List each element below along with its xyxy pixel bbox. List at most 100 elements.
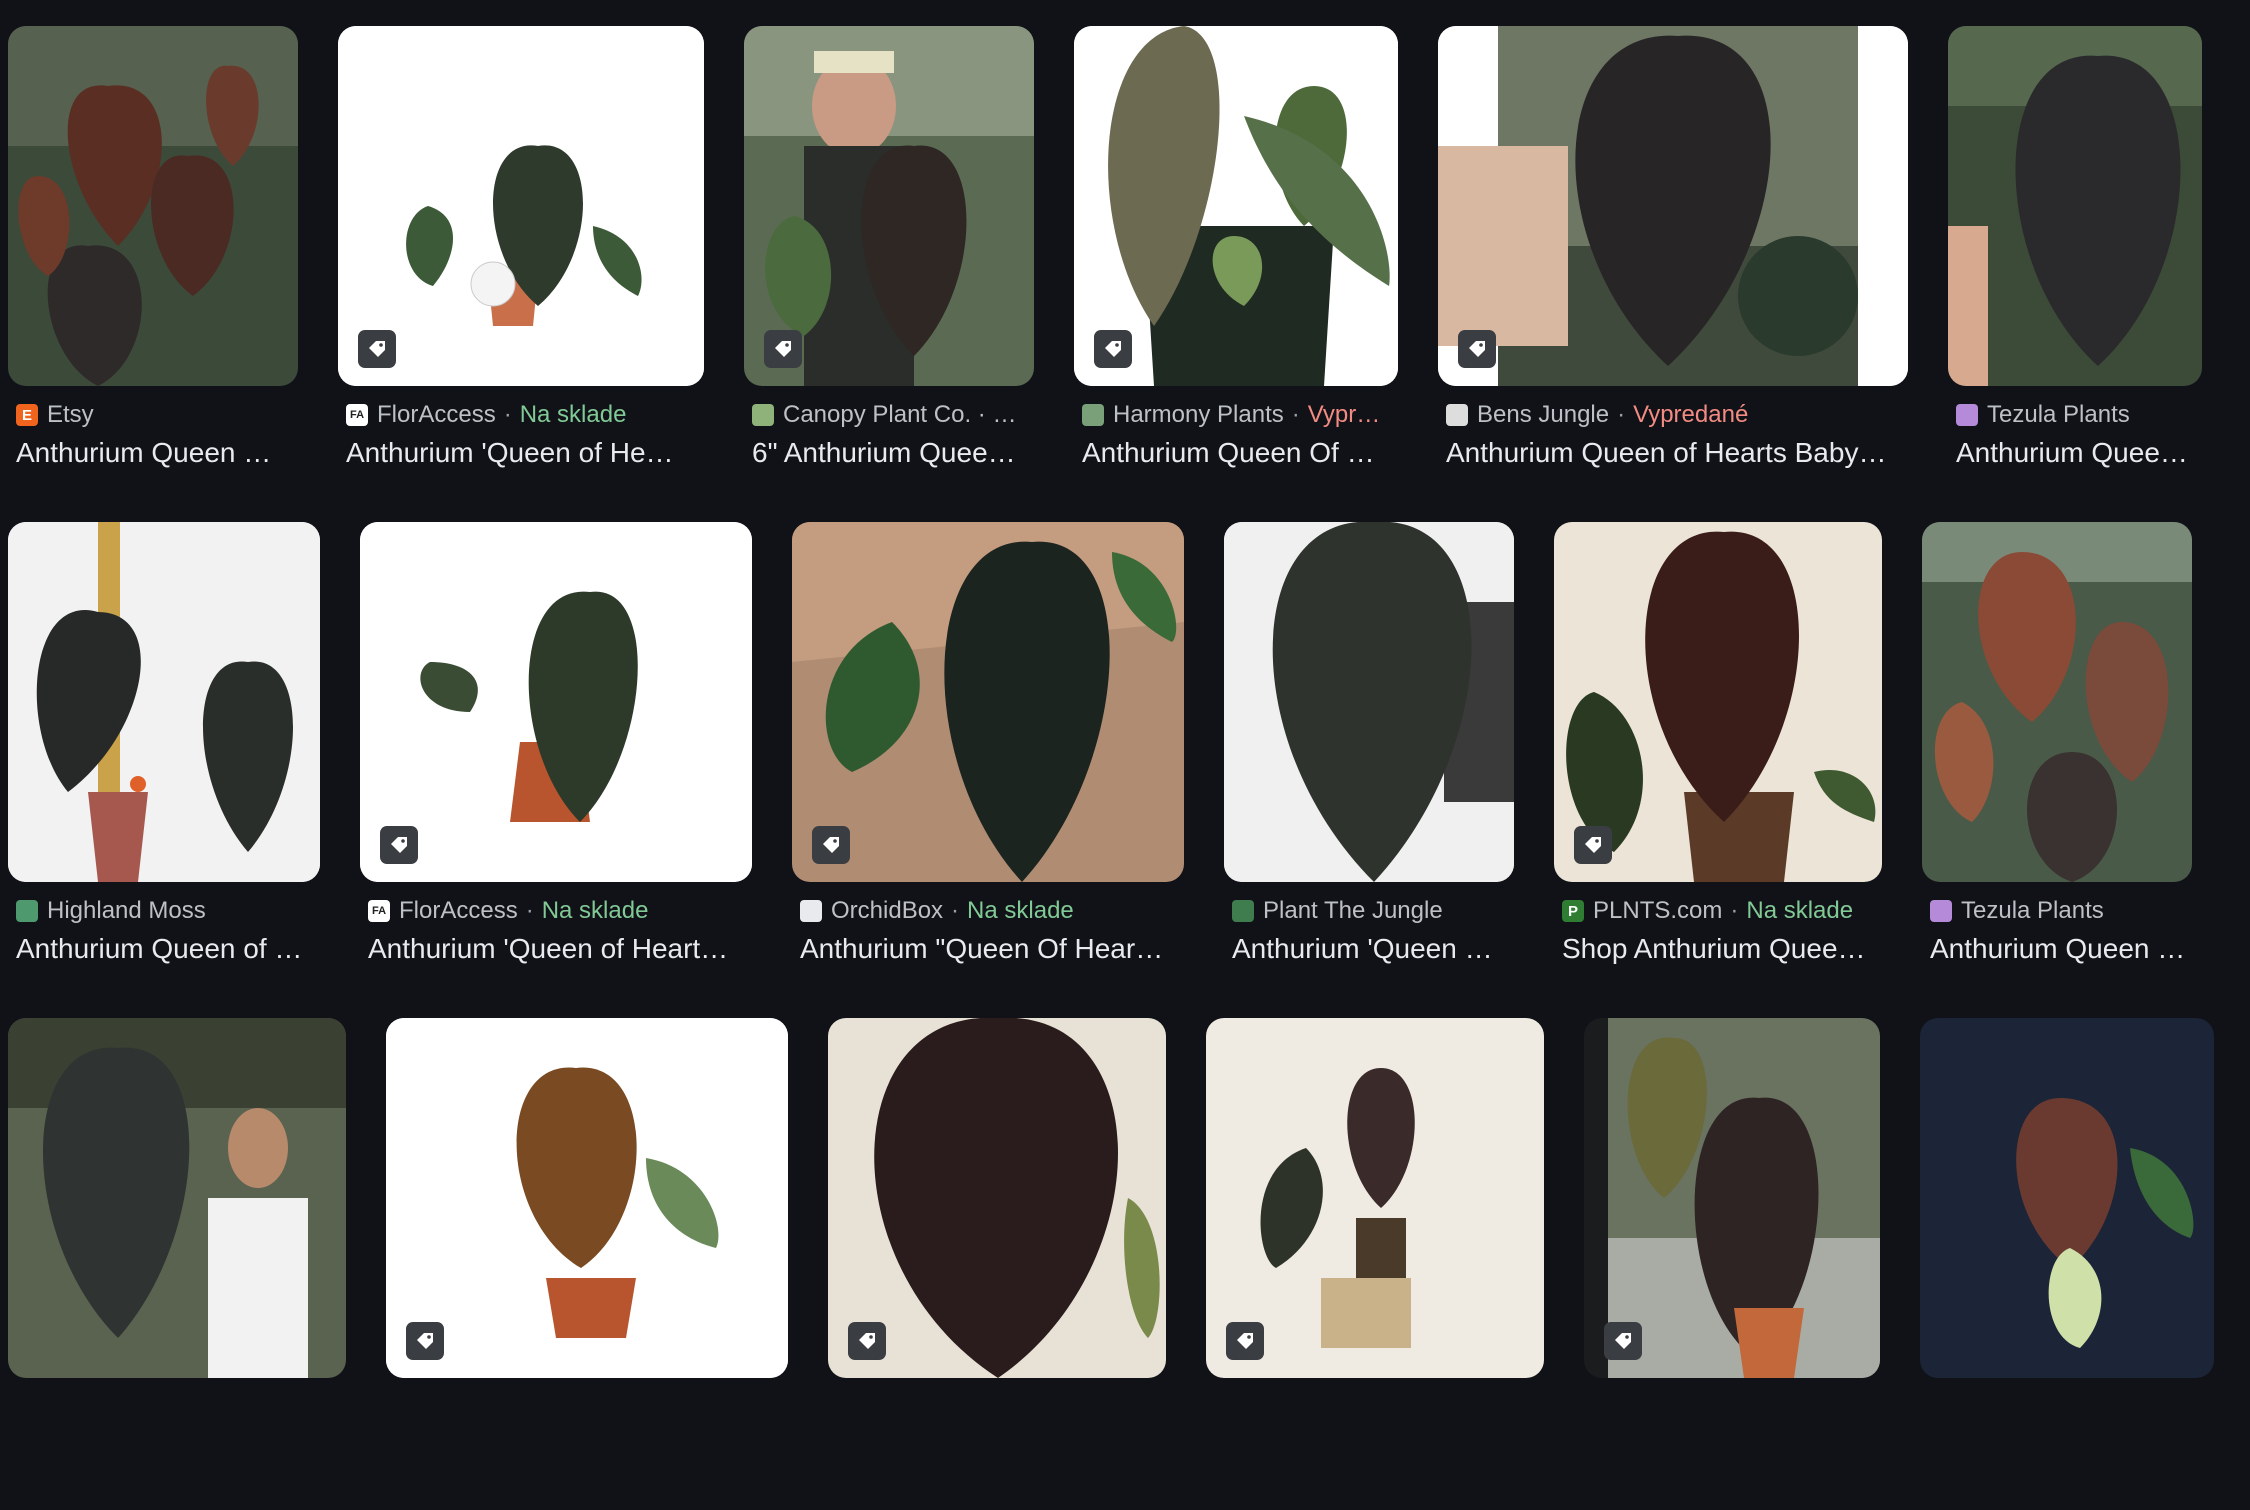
- result-source: FlorAccess: [377, 401, 496, 428]
- result-title[interactable]: Anthurium Queen of Hearts Baby…: [1438, 437, 1908, 469]
- floraccess-favicon-icon: FA: [368, 900, 390, 922]
- highland-moss-favicon-icon: [16, 900, 38, 922]
- result-card[interactable]: FA FlorAccess · Na sklade Anthurium 'Que…: [338, 26, 704, 518]
- result-source: OrchidBox: [831, 897, 944, 924]
- plant-photo: [1224, 522, 1514, 882]
- price-tag-icon: [1094, 330, 1132, 368]
- result-card[interactable]: E Etsy Anthurium Queen …: [8, 26, 298, 518]
- result-thumbnail[interactable]: [338, 26, 704, 386]
- result-card[interactable]: Bens Jungle · Vypredané Anthurium Queen …: [1438, 26, 1908, 518]
- result-meta: OrchidBox · Na sklade: [792, 897, 1184, 925]
- result-card[interactable]: [386, 1018, 788, 1510]
- availability-status: Na sklade: [1746, 897, 1854, 924]
- result-thumbnail[interactable]: [386, 1018, 788, 1378]
- result-source: Etsy: [47, 401, 94, 428]
- result-meta: Tezula Plants: [1948, 401, 2202, 429]
- plant-photo: [1920, 1018, 2214, 1378]
- result-title[interactable]: Anthurium 'Queen of He…: [338, 437, 704, 469]
- result-source: Canopy Plant Co. · …: [783, 401, 1017, 428]
- separator-dot: ·: [1617, 401, 1626, 428]
- availability-status: Na sklade: [519, 401, 627, 428]
- result-title[interactable]: Anthurium Queen …: [1948, 437, 2202, 469]
- result-source: Highland Moss: [47, 897, 206, 924]
- result-thumbnail[interactable]: [8, 522, 320, 882]
- result-card[interactable]: [1206, 1018, 1544, 1510]
- result-title[interactable]: Anthurium "Queen Of Hear…: [792, 933, 1184, 965]
- separator-dot: ·: [525, 897, 534, 924]
- plant-photo: [1922, 522, 2192, 882]
- price-tag-icon: [812, 826, 850, 864]
- result-thumbnail[interactable]: [1554, 522, 1882, 882]
- result-thumbnail[interactable]: [1584, 1018, 1880, 1378]
- result-card[interactable]: OrchidBox · Na sklade Anthurium "Queen O…: [792, 522, 1184, 1014]
- plant-the-jungle-favicon-icon: [1232, 900, 1254, 922]
- result-thumbnail[interactable]: [1438, 26, 1908, 386]
- availability-status: Na sklade: [967, 897, 1074, 924]
- result-title[interactable]: Shop Anthurium Quee…: [1554, 933, 1882, 965]
- result-meta: Tezula Plants: [1922, 897, 2192, 925]
- result-thumbnail[interactable]: [1920, 1018, 2214, 1378]
- result-card[interactable]: Tezula Plants Anthurium Queen …: [1948, 26, 2202, 518]
- result-meta: Bens Jungle · Vypredané: [1438, 401, 1908, 429]
- result-card[interactable]: Harmony Plants · Vypr… Anthurium Queen O…: [1074, 26, 1398, 518]
- result-meta: Highland Moss: [8, 897, 320, 925]
- result-thumbnail[interactable]: [1206, 1018, 1544, 1378]
- result-thumbnail[interactable]: [1922, 522, 2192, 882]
- plant-photo: [792, 522, 1184, 882]
- plant-photo: [1438, 26, 1908, 386]
- result-thumbnail[interactable]: [828, 1018, 1166, 1378]
- result-card[interactable]: Highland Moss Anthurium Queen of …: [8, 522, 320, 1014]
- result-source: Tezula Plants: [1961, 897, 2104, 924]
- plant-photo: [8, 522, 320, 882]
- results-row: Highland Moss Anthurium Queen of … FA Fl…: [8, 522, 2242, 1014]
- result-card[interactable]: [1584, 1018, 1880, 1510]
- results-row: [8, 1018, 2242, 1510]
- price-tag-icon: [380, 826, 418, 864]
- result-thumbnail[interactable]: [792, 522, 1184, 882]
- result-card[interactable]: [828, 1018, 1166, 1510]
- tezula-favicon-icon: [1956, 404, 1978, 426]
- harmony-favicon-icon: [1082, 404, 1104, 426]
- result-meta: E Etsy: [8, 401, 298, 429]
- separator-dot: ·: [1730, 897, 1739, 924]
- etsy-favicon-icon: E: [16, 404, 38, 426]
- price-tag-icon: [1574, 826, 1612, 864]
- result-source: PLNTS.com: [1593, 897, 1723, 924]
- result-card[interactable]: Canopy Plant Co. · … 6" Anthurium Quee…: [744, 26, 1034, 518]
- result-title[interactable]: Anthurium 'Queen …: [1224, 933, 1514, 965]
- result-card[interactable]: P PLNTS.com · Na sklade Shop Anthurium Q…: [1554, 522, 1882, 1014]
- result-title[interactable]: Anthurium Queen Of …: [1074, 437, 1398, 469]
- price-tag-icon: [406, 1322, 444, 1360]
- result-card[interactable]: Plant The Jungle Anthurium 'Queen …: [1224, 522, 1514, 1014]
- price-tag-icon: [764, 330, 802, 368]
- result-thumbnail[interactable]: [8, 1018, 346, 1378]
- result-source: Tezula Plants: [1987, 401, 2130, 428]
- result-thumbnail[interactable]: [8, 26, 298, 386]
- result-card[interactable]: [8, 1018, 346, 1510]
- result-thumbnail[interactable]: [744, 26, 1034, 386]
- result-title[interactable]: Anthurium Queen Of…: [1922, 933, 2192, 965]
- result-source: FlorAccess: [399, 897, 518, 924]
- result-card[interactable]: FA FlorAccess · Na sklade Anthurium 'Que…: [360, 522, 752, 1014]
- price-tag-icon: [358, 330, 396, 368]
- result-title[interactable]: Anthurium Queen …: [8, 437, 298, 469]
- result-thumbnail[interactable]: [1224, 522, 1514, 882]
- result-thumbnail[interactable]: [1948, 26, 2202, 386]
- result-thumbnail[interactable]: [1074, 26, 1398, 386]
- result-card[interactable]: [1920, 1018, 2214, 1510]
- price-tag-icon: [848, 1322, 886, 1360]
- floraccess-favicon-icon: FA: [346, 404, 368, 426]
- plant-photo: [386, 1018, 788, 1378]
- availability-status: Vypredané: [1633, 401, 1749, 428]
- result-source: Harmony Plants: [1113, 401, 1284, 428]
- result-thumbnail[interactable]: [360, 522, 752, 882]
- price-tag-icon: [1458, 330, 1496, 368]
- result-meta: Plant The Jungle: [1224, 897, 1514, 925]
- result-card[interactable]: Tezula Plants Anthurium Queen Of…: [1922, 522, 2192, 1014]
- bens-jungle-favicon-icon: [1446, 404, 1468, 426]
- result-title[interactable]: Anthurium Queen of …: [8, 933, 320, 965]
- result-title[interactable]: Anthurium 'Queen of Heart…: [360, 933, 752, 965]
- image-results-grid: E Etsy Anthurium Queen … FA FlorAccess ·…: [0, 0, 2250, 1380]
- canopy-favicon-icon: [752, 404, 774, 426]
- result-title[interactable]: 6" Anthurium Quee…: [744, 437, 1034, 469]
